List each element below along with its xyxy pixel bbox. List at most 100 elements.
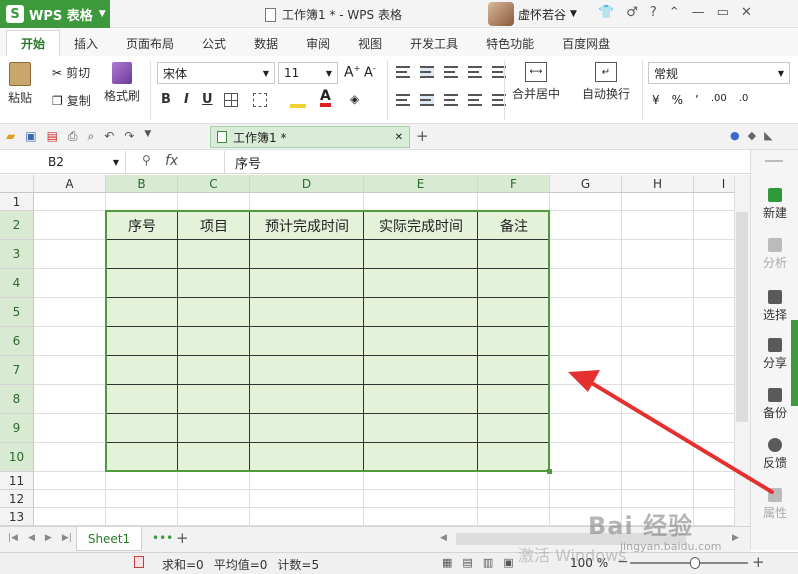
- clear-format-icon[interactable]: ◈: [350, 92, 359, 106]
- row-header-2[interactable]: 2: [0, 211, 34, 240]
- row-header-6[interactable]: 6: [0, 327, 34, 356]
- paste-button[interactable]: 粘贴: [8, 62, 32, 106]
- fill-pattern-icon[interactable]: [253, 93, 267, 107]
- scroll-right-icon[interactable]: ▶: [732, 533, 739, 543]
- collapse-ribbon-icon[interactable]: ⌃: [669, 5, 680, 20]
- tab-insert[interactable]: 插入: [60, 30, 112, 56]
- column-header-g[interactable]: G: [550, 175, 622, 193]
- side-item-properties[interactable]: 属性: [751, 488, 798, 521]
- border-icon[interactable]: [224, 93, 238, 107]
- percent-button[interactable]: %: [672, 93, 683, 107]
- vertical-scrollbar-thumb[interactable]: [736, 212, 748, 422]
- row-header-3[interactable]: 3: [0, 240, 34, 269]
- page-layout-view-icon[interactable]: ▤: [462, 556, 472, 569]
- row-header-8[interactable]: 8: [0, 385, 34, 414]
- feedback-icon[interactable]: ♂: [626, 5, 638, 20]
- italic-button[interactable]: I: [184, 92, 189, 107]
- underline-button[interactable]: U: [202, 92, 213, 107]
- wrap-text-button[interactable]: ↵ 自动换行: [582, 62, 630, 102]
- normal-view-icon[interactable]: ▦: [442, 556, 452, 569]
- tab-home[interactable]: 开始: [6, 30, 61, 56]
- decrease-decimal-button[interactable]: .0: [739, 93, 749, 107]
- close-icon[interactable]: ✕: [741, 5, 752, 20]
- column-header-i[interactable]: I: [694, 175, 734, 193]
- indent-decrease-icon[interactable]: [468, 66, 482, 78]
- add-sheet-plus-icon[interactable]: +: [176, 529, 189, 547]
- document-tab[interactable]: 工作簿1 * ✕: [210, 126, 410, 148]
- zoom-search-icon[interactable]: ⚲: [142, 153, 151, 167]
- row-header-7[interactable]: 7: [0, 356, 34, 385]
- column-header-d[interactable]: D: [250, 175, 364, 193]
- format-painter-button[interactable]: 格式刷: [104, 62, 140, 104]
- copy-button[interactable]: ❐ 复制: [52, 92, 91, 109]
- last-sheet-icon[interactable]: ▶|: [62, 533, 72, 543]
- undo-icon[interactable]: ↶: [104, 129, 114, 144]
- side-panel-toggle[interactable]: [791, 320, 798, 406]
- merge-center-button[interactable]: ⟷ 合并居中: [512, 62, 560, 102]
- side-item-new[interactable]: 新建: [751, 188, 798, 221]
- maximize-icon[interactable]: ▭: [717, 5, 729, 20]
- tab-formulas[interactable]: 公式: [188, 30, 240, 56]
- column-header-b[interactable]: B: [106, 175, 178, 193]
- bold-button[interactable]: B: [161, 92, 171, 107]
- column-header-f[interactable]: F: [478, 175, 550, 193]
- help-icon[interactable]: ?: [650, 5, 657, 20]
- reading-mode-icon[interactable]: ▣: [503, 556, 513, 569]
- new-tab-plus-icon[interactable]: +: [416, 127, 429, 145]
- user-account[interactable]: 虚怀若谷 ▼: [488, 2, 577, 26]
- cloud-icon[interactable]: ●: [730, 129, 740, 142]
- row-header-5[interactable]: 5: [0, 298, 34, 327]
- column-header-e[interactable]: E: [364, 175, 478, 193]
- column-header-c[interactable]: C: [178, 175, 250, 193]
- print-preview-icon[interactable]: ⌕: [88, 129, 95, 144]
- tab-view[interactable]: 视图: [344, 30, 396, 56]
- fill-color-icon[interactable]: [290, 90, 306, 108]
- first-sheet-icon[interactable]: |◀: [8, 533, 18, 543]
- font-size-select[interactable]: 11 ▼: [278, 62, 338, 84]
- chevron-down-icon[interactable]: ▼: [144, 129, 151, 144]
- side-item-select[interactable]: 选择: [751, 290, 798, 323]
- row-header-11[interactable]: 11: [0, 472, 34, 490]
- align-middle-icon[interactable]: [420, 66, 434, 78]
- row-header-4[interactable]: 4: [0, 269, 34, 298]
- row-header-13[interactable]: 13: [0, 508, 34, 526]
- align-top-icon[interactable]: [396, 66, 410, 78]
- tab-page-layout[interactable]: 页面布局: [112, 30, 188, 56]
- column-header-a[interactable]: A: [34, 175, 106, 193]
- minimize-icon[interactable]: —: [692, 5, 705, 20]
- close-icon[interactable]: ✕: [395, 132, 403, 143]
- tab-developer[interactable]: 开发工具: [396, 30, 472, 56]
- row-header-10[interactable]: 10: [0, 443, 34, 472]
- name-box[interactable]: B2 ▼: [0, 151, 126, 173]
- align-center-icon[interactable]: [420, 94, 434, 106]
- app-menu-button[interactable]: S WPS 表格 ▼: [0, 0, 110, 28]
- align-right-icon[interactable]: [444, 94, 458, 106]
- tab-review[interactable]: 审阅: [292, 30, 344, 56]
- row-header-9[interactable]: 9: [0, 414, 34, 443]
- tab-baidu-pan[interactable]: 百度网盘: [548, 30, 624, 56]
- next-sheet-icon[interactable]: ▶: [45, 533, 52, 543]
- justify-icon[interactable]: [468, 94, 482, 106]
- thousands-separator-button[interactable]: ’: [695, 93, 699, 107]
- align-left-icon[interactable]: [396, 94, 410, 106]
- page-break-view-icon[interactable]: ▥: [483, 556, 493, 569]
- number-format-select[interactable]: 常规 ▼: [648, 62, 790, 84]
- font-name-select[interactable]: 宋体 ▼: [157, 62, 275, 84]
- sheet-tab-sheet1[interactable]: Sheet1: [76, 527, 142, 551]
- save-icon[interactable]: ▣: [25, 129, 36, 144]
- formula-input[interactable]: 序号: [224, 151, 750, 173]
- share-icon[interactable]: ◣: [764, 129, 772, 142]
- zoom-slider-knob[interactable]: [690, 557, 700, 569]
- cut-button[interactable]: ✂ 剪切: [52, 64, 90, 81]
- increase-font-icon[interactable]: A+: [344, 64, 360, 81]
- prev-sheet-icon[interactable]: ◀: [28, 533, 35, 543]
- decrease-font-icon[interactable]: A-: [364, 64, 376, 80]
- spreadsheet-grid[interactable]: 序号 项目 预计完成时间 实际完成时间 备注 A B C D E F G H I 1 2 3 4 5 6 7 8 9 10 11…: [0, 175, 734, 526]
- increase-decimal-button[interactable]: .00: [711, 93, 727, 107]
- skin-icon[interactable]: 👕: [598, 5, 614, 20]
- redo-icon[interactable]: ↷: [124, 129, 134, 144]
- fill-handle[interactable]: [547, 469, 552, 474]
- row-header-12[interactable]: 12: [0, 490, 34, 508]
- side-item-feedback[interactable]: 反馈: [751, 438, 798, 471]
- more-sheets-icon[interactable]: •••: [152, 531, 173, 545]
